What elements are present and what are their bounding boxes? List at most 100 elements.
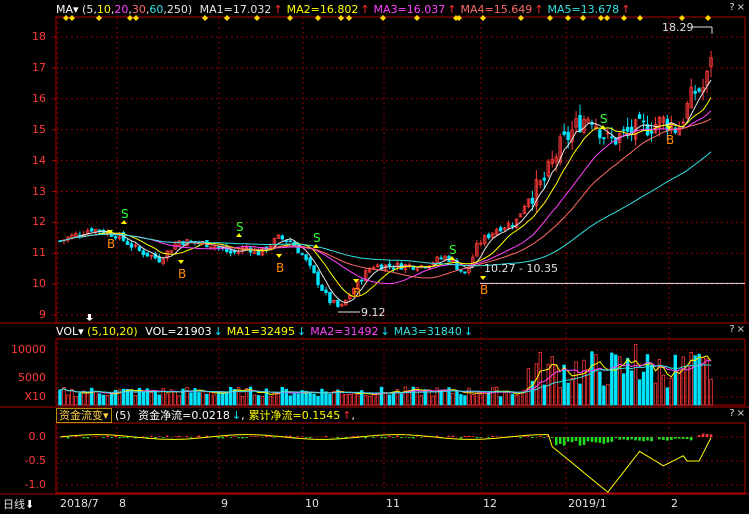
arrow-up-icon: ↑	[273, 3, 283, 16]
volume-bar	[348, 393, 352, 406]
price-axis-label: 16	[32, 91, 46, 105]
volume-bar	[673, 354, 678, 406]
vol-axis-label: 10000	[11, 343, 46, 356]
volume-bar	[542, 384, 547, 406]
flow-bar	[689, 437, 693, 441]
flow-bar	[161, 437, 165, 438]
flow-indicator-selector[interactable]: 资金流变▾	[56, 408, 112, 423]
ma-value-1: MA1=17.032	[199, 3, 272, 16]
signal-marker-icon	[276, 254, 282, 258]
volume-bar	[252, 394, 257, 406]
flow-bar	[296, 436, 300, 437]
ma-indicator-selector[interactable]: MA▾	[56, 3, 79, 16]
signal-sell-label: S	[121, 207, 129, 221]
flow-bar	[384, 437, 387, 439]
flow-bar	[249, 436, 252, 437]
flow-bar	[185, 436, 189, 437]
volume-bar	[439, 389, 443, 406]
event-marker-icon	[637, 15, 643, 21]
volume-bar	[383, 391, 388, 406]
volume-bar	[582, 359, 586, 406]
fund-flow-panel[interactable]	[58, 433, 713, 493]
flow-bar	[177, 435, 181, 437]
flow-bar	[531, 437, 534, 439]
flow-bar	[102, 437, 105, 438]
vol-indicator-selector[interactable]: VOL▾	[56, 325, 84, 338]
flow-bar	[550, 437, 554, 438]
volume-bar	[157, 394, 161, 406]
date-axis-label: 11	[386, 497, 400, 510]
main-panel-controls[interactable]: ?×	[729, 2, 747, 13]
volume-bar	[340, 390, 344, 406]
flow-bar	[153, 437, 157, 439]
price-axis-label: 17	[32, 60, 46, 74]
flow-panel-controls[interactable]: ?×	[729, 408, 747, 419]
flow-bar	[685, 437, 689, 440]
flow-bar	[614, 437, 618, 439]
volume-bar	[566, 382, 570, 406]
volume-bar	[697, 353, 701, 406]
volume-bar	[320, 388, 324, 406]
price-panel[interactable]: 18.29 9.12 10.27 - 10.35 S B S B B S B S B S B	[58, 15, 745, 321]
volume-bar	[403, 386, 408, 406]
candle-body	[562, 131, 566, 135]
flow-bar	[408, 437, 411, 438]
volume-bar	[225, 391, 229, 406]
vol-value-3: MA2=31492	[310, 325, 379, 338]
flow-bar	[543, 437, 546, 438]
ma-line-5	[59, 151, 712, 267]
flow-bar	[705, 433, 709, 437]
flow-bar	[618, 437, 622, 440]
arrow-up-icon: ↑	[534, 3, 544, 16]
volume-bar	[221, 392, 225, 406]
candle-body	[463, 271, 467, 274]
volume-bar	[332, 390, 336, 406]
volume-bar	[475, 392, 479, 406]
signal-buy-label: B	[353, 286, 361, 300]
vol-panel-controls[interactable]: ?×	[729, 324, 747, 335]
candle-body	[137, 246, 142, 251]
candle-body	[598, 129, 602, 139]
flow-bar	[404, 437, 407, 438]
flow-bar	[165, 435, 169, 437]
candle-body	[324, 289, 328, 294]
price-axis-label: 12	[32, 215, 46, 229]
candle-body	[610, 136, 614, 139]
volume-bar	[407, 391, 412, 406]
flow-bar	[578, 437, 582, 446]
volume-bar	[399, 393, 404, 406]
flow-bar	[257, 436, 260, 437]
volume-bar	[66, 394, 70, 406]
candle-body	[129, 243, 134, 248]
flow-bar	[380, 437, 383, 439]
volume-bar	[149, 392, 154, 406]
price-axis-label: 11	[32, 246, 46, 260]
volume-bar	[518, 391, 523, 406]
volume-bar	[276, 393, 281, 406]
signal-sell-label: S	[449, 243, 457, 257]
flow-bar	[412, 437, 415, 439]
volume-bar	[324, 391, 328, 406]
flow-bar	[479, 437, 483, 438]
ma-value-2: MA2=16.802	[286, 3, 359, 16]
flow-bar	[487, 437, 491, 438]
flow-bar	[304, 437, 308, 438]
arrow-up-icon: ↑	[360, 3, 370, 16]
flow-bar	[463, 435, 467, 437]
candle-body	[141, 250, 146, 256]
flow-bar	[388, 436, 391, 437]
high-price-label: 18.29	[662, 21, 694, 34]
period-selector[interactable]: 日线⬇	[0, 495, 56, 514]
volume-bar	[483, 393, 487, 406]
volume-bar	[177, 395, 181, 406]
flow-bar	[106, 435, 109, 437]
volume-panel[interactable]	[58, 344, 713, 406]
volume-bar	[451, 392, 455, 406]
flow-bar	[574, 437, 578, 441]
candle-body	[312, 265, 316, 274]
volume-bar	[109, 393, 114, 406]
flow-bar	[662, 437, 665, 441]
flow-params: (5)	[115, 409, 131, 422]
flow-bar	[110, 437, 113, 438]
flow-bar	[217, 437, 221, 439]
